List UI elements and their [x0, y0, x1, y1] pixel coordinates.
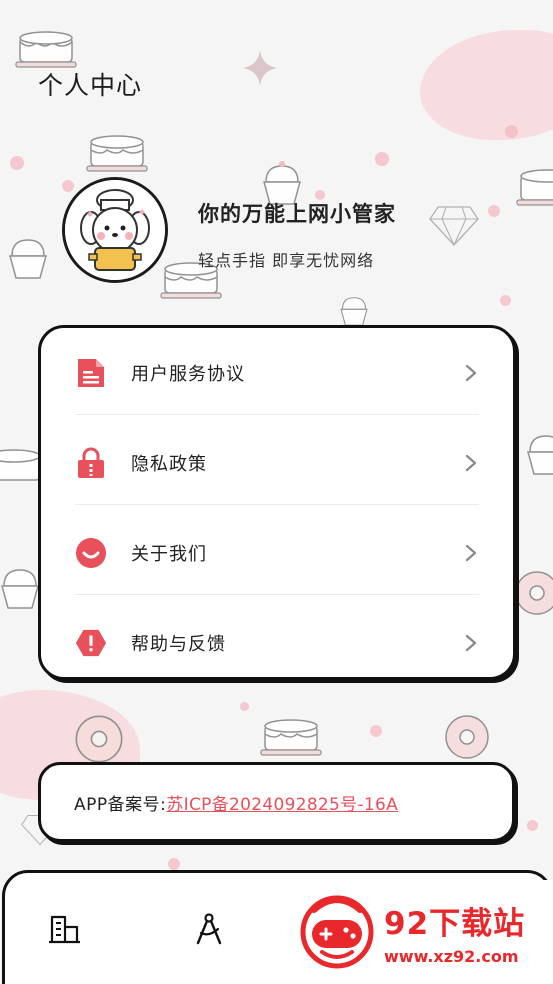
dot — [62, 180, 74, 192]
smile-icon — [75, 537, 107, 569]
dot — [488, 205, 500, 217]
donut-icon — [75, 715, 123, 763]
icp-label: APP备案号: — [74, 794, 167, 815]
dot — [240, 702, 249, 711]
menu-item-user-agreement[interactable]: 用户服务协议 — [75, 328, 479, 418]
donut-icon — [515, 571, 553, 615]
divider — [75, 504, 479, 505]
menu-card: 用户服务协议 隐私政策 关于我们 帮助与反馈 — [38, 325, 516, 680]
dot — [375, 152, 389, 166]
building-icon[interactable] — [47, 911, 83, 947]
chef-dog-avatar-icon — [65, 180, 165, 280]
divider — [75, 594, 479, 595]
page-title: 个人中心 — [38, 71, 143, 100]
sparkle-icon — [242, 50, 278, 86]
pink-blob — [420, 30, 553, 140]
avatar[interactable] — [62, 177, 168, 283]
chevron-right-icon — [465, 634, 477, 652]
profile-subtitle: 轻点手指 即享无忧网络 — [198, 251, 375, 270]
donut-icon — [445, 715, 489, 759]
dot — [370, 725, 382, 737]
dot — [505, 125, 518, 138]
gamepad-logo-icon — [300, 895, 374, 969]
watermark-brand: 92下载站 — [384, 906, 526, 942]
dot — [500, 295, 511, 306]
cake-icon — [260, 719, 322, 756]
menu-item-help-feedback[interactable]: 帮助与反馈 — [75, 598, 479, 688]
menu-item-label: 关于我们 — [131, 544, 207, 565]
cupcake-icon — [9, 239, 47, 279]
cupcake-icon — [527, 435, 553, 475]
dot — [10, 156, 24, 170]
profile-name: 你的万能上网小管家 — [198, 202, 396, 226]
document-icon — [75, 357, 107, 389]
icp-record-card: APP备案号: 苏ICP备2024092825号-16A — [38, 762, 515, 842]
menu-item-about-us[interactable]: 关于我们 — [75, 508, 479, 598]
menu-item-label: 隐私政策 — [131, 454, 207, 475]
cake-icon — [516, 169, 553, 206]
cupcake-icon — [340, 297, 368, 326]
menu-item-privacy-policy[interactable]: 隐私政策 — [75, 418, 479, 508]
watermark-url: www.xz92.com — [384, 947, 519, 966]
diamond-icon — [429, 206, 479, 247]
cake-icon — [15, 31, 77, 68]
lock-icon — [75, 447, 107, 479]
divider — [75, 414, 479, 415]
dot — [527, 820, 538, 831]
chevron-right-icon — [465, 454, 477, 472]
compass-icon[interactable] — [191, 911, 227, 947]
chevron-right-icon — [465, 364, 477, 382]
icp-link[interactable]: 苏ICP备2024092825号-16A — [166, 790, 398, 815]
cake-icon — [86, 135, 148, 172]
watermark: 92下载站 www.xz92.com — [268, 880, 553, 984]
warning-icon — [75, 627, 107, 659]
menu-item-label: 帮助与反馈 — [131, 634, 226, 655]
menu-item-label: 用户服务协议 — [131, 364, 245, 385]
dot — [168, 858, 180, 870]
chevron-right-icon — [465, 544, 477, 562]
